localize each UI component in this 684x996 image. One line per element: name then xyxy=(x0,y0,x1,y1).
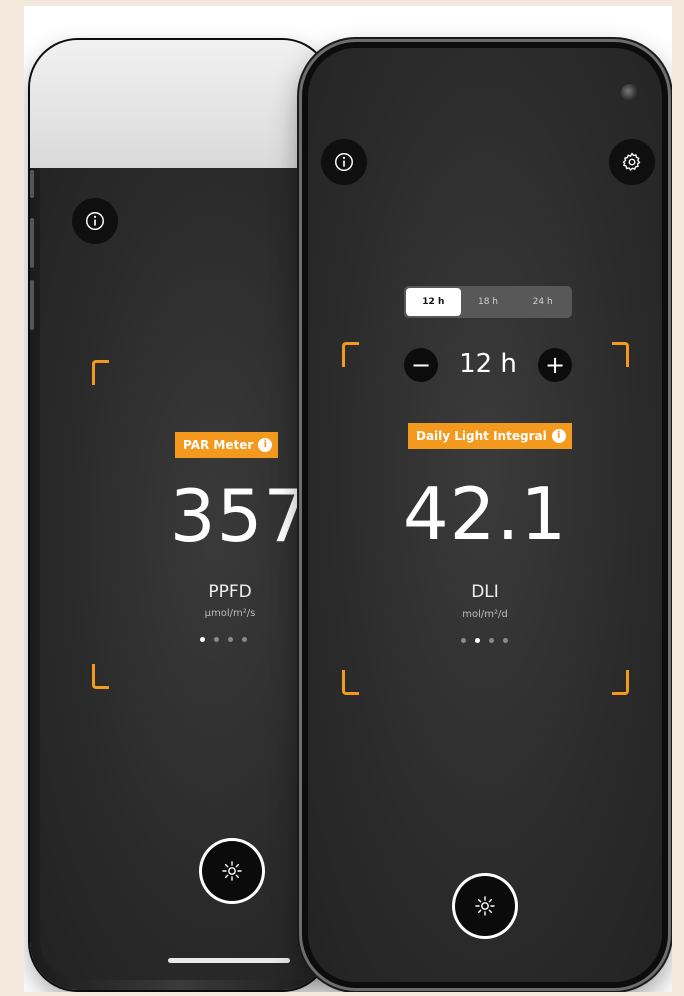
dli-unit-sub: mol/m²/d xyxy=(462,609,508,620)
badge-label: PAR Meter xyxy=(183,438,254,452)
frame-corner-top-left xyxy=(92,360,109,385)
segment-12h[interactable]: 12 h xyxy=(406,288,461,316)
sun-icon xyxy=(475,896,495,916)
sun-icon xyxy=(222,861,242,881)
settings-button[interactable] xyxy=(609,139,655,185)
page-dot xyxy=(214,637,219,642)
page-dot xyxy=(503,638,508,643)
side-button xyxy=(30,280,34,330)
measure-button[interactable] xyxy=(202,841,262,901)
dli-unit: DLI xyxy=(471,582,499,602)
phone-top-band xyxy=(30,40,330,168)
par-meter-badge[interactable]: PAR Meter i xyxy=(175,432,279,458)
side-button xyxy=(30,170,34,198)
frame-corner-bottom-left xyxy=(92,664,109,689)
segment-18h[interactable]: 18 h xyxy=(461,288,516,316)
info-icon xyxy=(86,212,104,230)
page-indicator[interactable] xyxy=(461,638,508,643)
page-dot xyxy=(228,637,233,642)
camera xyxy=(621,84,639,102)
increment-button[interactable]: + xyxy=(538,348,572,382)
info-button[interactable] xyxy=(321,139,367,185)
page-dot xyxy=(242,637,247,642)
back-phone: PAR Meter i 357 PPFD µmol/m²/s xyxy=(30,40,330,990)
page-dot xyxy=(489,638,494,643)
ppfd-unit-sub: µmol/m²/s xyxy=(204,608,256,619)
front-phone-screen: 12 h 18 h 24 h − 12 h + Daily Light Inte… xyxy=(308,48,662,982)
dli-badge[interactable]: Daily Light Integral i xyxy=(408,423,572,449)
page-dot xyxy=(200,637,205,642)
frame-corner-top-left xyxy=(342,342,359,367)
duration-value: 12 h xyxy=(459,349,517,379)
back-phone-screen: PAR Meter i 357 PPFD µmol/m²/s xyxy=(40,168,330,980)
canvas: PAR Meter i 357 PPFD µmol/m²/s 12 h 18 h… xyxy=(24,6,672,992)
front-phone: 12 h 18 h 24 h − 12 h + Daily Light Inte… xyxy=(302,42,668,988)
info-icon xyxy=(335,153,353,171)
measure-button[interactable] xyxy=(455,876,515,936)
side-button xyxy=(30,218,34,268)
page-indicator[interactable] xyxy=(200,637,247,642)
dli-value: 42.1 xyxy=(402,472,568,556)
info-icon: i xyxy=(258,438,273,452)
page-dot xyxy=(461,638,466,643)
home-indicator[interactable] xyxy=(168,958,290,963)
frame-corner-bottom-left xyxy=(342,670,359,695)
decrement-button[interactable]: − xyxy=(404,348,438,382)
ppfd-unit: PPFD xyxy=(208,582,252,602)
frame-corner-top-right xyxy=(612,342,629,367)
page-dot xyxy=(475,638,480,643)
gear-icon xyxy=(622,152,641,171)
frame-corner-bottom-right xyxy=(612,670,629,695)
duration-segmented-control[interactable]: 12 h 18 h 24 h xyxy=(404,286,572,318)
info-icon: i xyxy=(551,429,566,443)
segment-24h[interactable]: 24 h xyxy=(515,288,570,316)
info-button[interactable] xyxy=(72,198,118,244)
badge-label: Daily Light Integral xyxy=(416,429,547,443)
